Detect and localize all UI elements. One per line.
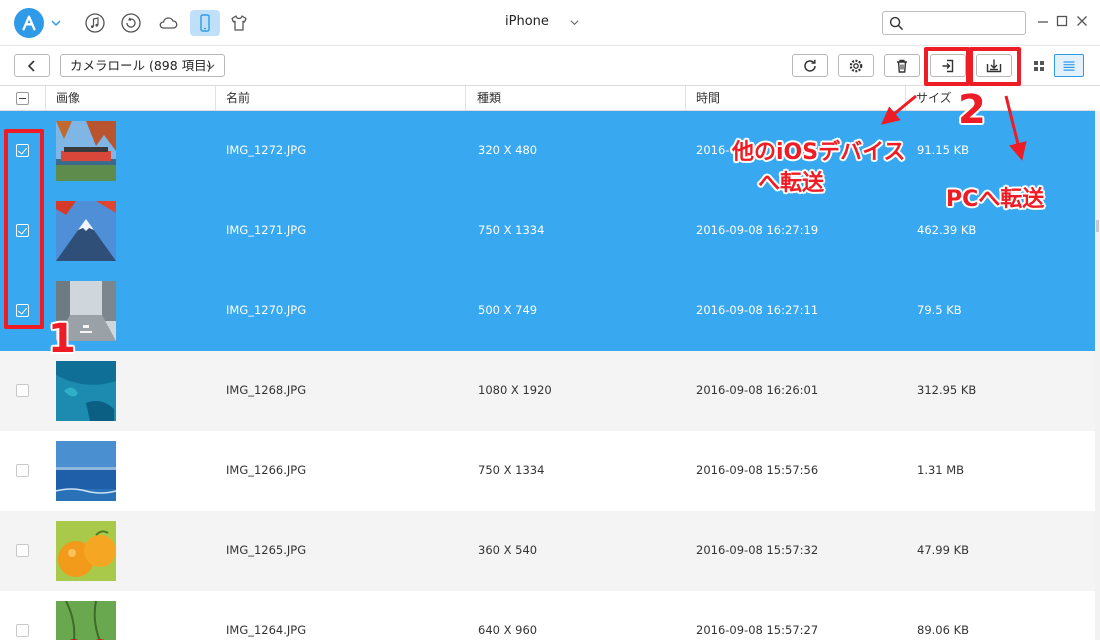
photo-thumbnail [56, 441, 116, 501]
annotation-box-to-pc [969, 47, 1021, 86]
album-label: カメラロール (898 項目) [70, 58, 212, 73]
column-header-name[interactable]: 名前 [226, 86, 250, 110]
grid-icon [1034, 60, 1044, 71]
table-row[interactable]: IMG_1271.JPG 750 X 1334 2016-09-08 16:27… [0, 191, 1095, 271]
file-size: 79.5 KB [917, 303, 962, 317]
settings-button[interactable] [838, 54, 874, 77]
app-window: iPhone カメラロール (898 項目) 画像 名前 種類 時間 サイズ I… [0, 0, 1100, 640]
list-view-button[interactable] [1054, 54, 1084, 77]
search-box[interactable] [882, 11, 1026, 35]
file-dimensions: 750 X 1334 [478, 223, 545, 237]
file-name: IMG_1270.JPG [226, 303, 307, 317]
photo-thumbnail [56, 601, 116, 640]
table-row[interactable]: IMG_1272.JPG 320 X 480 2016-0 91.15 KB [0, 111, 1095, 191]
scrollbar-track[interactable] [1095, 111, 1100, 640]
column-header-size[interactable]: サイズ [916, 86, 952, 110]
annotation-to-pc: PCへ転送 [946, 187, 1045, 212]
file-time: 2016-09-08 16:26:01 [696, 383, 819, 397]
photo-list: IMG_1272.JPG 320 X 480 2016-0 91.15 KB I… [0, 111, 1095, 640]
trash-icon [897, 59, 907, 73]
table-row[interactable]: IMG_1264.JPG 640 X 960 2016-09-08 15:57:… [0, 591, 1095, 640]
annotation-to-ios: 他のiOSデバイス [732, 140, 906, 165]
table-row[interactable]: IMG_1268.JPG 1080 X 1920 2016-09-08 16:2… [0, 351, 1095, 431]
table-row[interactable]: IMG_1270.JPG 500 X 749 2016-09-08 16:27:… [0, 271, 1095, 351]
anytrans-logo-icon[interactable] [14, 8, 44, 38]
shirt-icon[interactable] [226, 10, 252, 36]
chevron-down-icon[interactable] [570, 18, 579, 27]
file-dimensions: 750 X 1334 [478, 463, 545, 477]
grid-view-button[interactable] [1024, 54, 1054, 77]
file-name: IMG_1266.JPG [226, 463, 307, 477]
file-dimensions: 360 X 540 [478, 543, 538, 557]
file-size: 312.95 KB [917, 383, 977, 397]
file-dimensions: 500 X 749 [478, 303, 538, 317]
file-size: 1.31 MB [917, 463, 965, 477]
album-select[interactable]: カメラロール (898 項目) [60, 54, 225, 77]
photo-thumbnail [56, 201, 116, 261]
annotation-step-1: 1 [48, 316, 76, 362]
file-time: 2016-09-08 16:27:11 [696, 303, 819, 317]
column-header-image[interactable]: 画像 [56, 86, 80, 110]
table-row[interactable]: IMG_1265.JPG 360 X 540 2016-09-08 15:57:… [0, 511, 1095, 591]
file-size: 89.06 KB [917, 623, 970, 637]
search-icon [889, 16, 904, 31]
file-name: IMG_1264.JPG [226, 623, 307, 637]
select-all-checkbox[interactable] [16, 92, 29, 105]
file-time: 2016-0 [696, 143, 737, 157]
gear-icon [849, 59, 863, 72]
file-name: IMG_1271.JPG [226, 223, 307, 237]
column-header-time[interactable]: 時間 [696, 86, 720, 110]
row-checkbox[interactable] [16, 544, 29, 557]
annotation-to-ios-line2: へ転送 [758, 171, 825, 196]
table-header: 画像 名前 種類 時間 サイズ [0, 86, 1095, 111]
close-icon[interactable] [1075, 14, 1089, 28]
minimize-icon[interactable] [1036, 14, 1050, 28]
file-time: 2016-09-08 15:57:32 [696, 543, 819, 557]
phone-icon[interactable] [190, 10, 220, 36]
scrollbar-thumb[interactable] [1096, 220, 1099, 232]
annotation-box-checkboxes [4, 129, 44, 329]
row-checkbox[interactable] [16, 624, 29, 637]
file-size: 91.15 KB [917, 143, 970, 157]
search-input[interactable] [909, 15, 1021, 32]
list-icon [1063, 60, 1075, 71]
refresh-icon [804, 59, 816, 72]
file-name: IMG_1268.JPG [226, 383, 307, 397]
chevron-down-icon[interactable] [51, 18, 61, 28]
file-time: 2016-09-08 16:27:19 [696, 223, 819, 237]
chevron-left-icon [27, 59, 35, 72]
cloud-icon[interactable] [155, 10, 181, 36]
row-checkbox[interactable] [16, 464, 29, 477]
row-checkbox[interactable] [16, 384, 29, 397]
annotation-box-to-device [924, 47, 970, 86]
delete-button[interactable] [884, 54, 920, 77]
table-row[interactable]: IMG_1266.JPG 750 X 1334 2016-09-08 15:57… [0, 431, 1095, 511]
file-size: 47.99 KB [917, 543, 970, 557]
file-time: 2016-09-08 15:57:27 [696, 623, 819, 637]
photo-thumbnail [56, 521, 116, 581]
music-icon[interactable] [82, 10, 108, 36]
column-header-type[interactable]: 種類 [477, 86, 501, 110]
device-name[interactable]: iPhone [505, 14, 549, 29]
file-dimensions: 1080 X 1920 [478, 383, 552, 397]
file-dimensions: 640 X 960 [478, 623, 538, 637]
file-name: IMG_1265.JPG [226, 543, 307, 557]
photo-thumbnail [56, 361, 116, 421]
back-button[interactable] [14, 54, 50, 77]
refresh-button[interactable] [792, 54, 828, 77]
maximize-icon[interactable] [1055, 14, 1069, 28]
file-size: 462.39 KB [917, 223, 977, 237]
file-time: 2016-09-08 15:57:56 [696, 463, 819, 477]
file-name: IMG_1272.JPG [226, 143, 307, 157]
chevron-down-icon [206, 64, 215, 70]
file-dimensions: 320 X 480 [478, 143, 538, 157]
photo-thumbnail [56, 121, 116, 181]
restore-icon[interactable] [118, 10, 144, 36]
title-bar: iPhone [0, 0, 1100, 46]
annotation-step-2: 2 [958, 87, 986, 133]
